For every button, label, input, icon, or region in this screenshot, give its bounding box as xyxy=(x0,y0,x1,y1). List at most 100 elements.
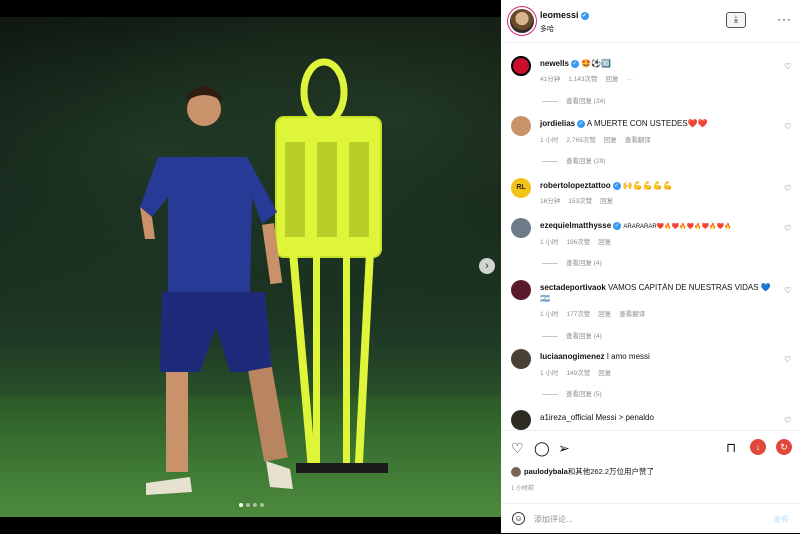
translate-button[interactable]: 查看翻译 xyxy=(625,137,651,144)
post-comment-button[interactable]: 发布 xyxy=(773,514,789,525)
reply-button[interactable]: 回复 xyxy=(598,239,611,246)
refresh-red-icon[interactable]: ↻ xyxy=(776,439,792,455)
comment-text: Messi > penaldo xyxy=(595,413,654,422)
emoji-icon[interactable]: ☺ xyxy=(512,512,525,525)
post-modal: › leomessi ✓ 多哈 ⤓ ··· newells ✓ 🤩⚽🔟 41分钟… xyxy=(0,0,800,533)
comment-like-heart-icon[interactable]: ♡ xyxy=(784,224,791,233)
comment-meta: 41分钟 1,143次赞 回复 ··· xyxy=(540,73,641,83)
comment-like-count[interactable]: 149次赞 xyxy=(566,370,590,377)
commenter-username[interactable]: luciaanogimenez xyxy=(540,352,604,361)
post-location[interactable]: 多哈 xyxy=(540,24,554,34)
author-avatar[interactable] xyxy=(510,9,534,33)
comment-text: I amo messi xyxy=(606,352,650,361)
comment-time: 1 小时 xyxy=(540,370,559,377)
likes-count-text[interactable]: 和其他262.2万位用户赞了 xyxy=(568,467,654,476)
comment-meta: 16分钟 153次赞 回复 xyxy=(540,195,621,205)
commenter-username[interactable]: sectadeportivaok xyxy=(540,283,606,292)
reply-button[interactable]: 回复 xyxy=(600,198,613,205)
comment-like-heart-icon[interactable]: ♡ xyxy=(784,416,791,425)
commenter-avatar[interactable] xyxy=(511,116,531,136)
comment-like-count[interactable]: 153次赞 xyxy=(568,198,592,205)
reply-button[interactable]: 回复 xyxy=(606,76,619,83)
carousel-dot xyxy=(260,503,264,507)
comment-text: 🙌💪💪💪💪 xyxy=(622,181,673,190)
commenter-username[interactable]: jordielias xyxy=(540,119,575,128)
download-red-icon[interactable]: ↓ xyxy=(750,439,766,455)
comment-text: 🤩⚽🔟 xyxy=(581,59,612,68)
heart-icon[interactable]: ♡ xyxy=(511,440,524,457)
comment-icon[interactable]: ◯ xyxy=(534,440,550,457)
comment-input[interactable] xyxy=(534,512,734,526)
verified-icon: ✓ xyxy=(570,59,579,68)
comment-meta: 1 小时 2,769次赞 回复 查看翻译 xyxy=(540,134,659,144)
comment-body: robertolopeztattoo ✓ 🙌💪💪💪💪 xyxy=(540,180,772,191)
comment-time: 1 小时 xyxy=(540,311,559,318)
comment-body: luciaanogimenez I amo messi xyxy=(540,351,772,362)
liker-username[interactable]: paulodybala xyxy=(524,467,568,476)
bookmark-icon[interactable]: ⊓ xyxy=(726,440,736,456)
view-replies-button[interactable]: 查看回复 (5) xyxy=(542,388,602,398)
carousel-dot xyxy=(239,503,243,507)
comment-body: ezequielmatthysse ✓ ARARARAR❤️🔥❤️🔥❤️🔥❤️🔥❤… xyxy=(540,220,772,233)
view-replies-button[interactable]: 查看回复 (4) xyxy=(542,330,602,340)
verified-icon: ✓ xyxy=(612,181,621,190)
download-button[interactable]: ⤓ xyxy=(726,12,746,28)
verified-icon: ✓ xyxy=(577,119,586,128)
commenter-username[interactable]: robertolopeztattoo xyxy=(540,181,611,190)
translate-button[interactable]: 查看翻译 xyxy=(619,311,645,318)
post-actions: ♡ ◯ ➢ ⊓ ↓ ↻ paulodybala和其他262.2万位用户赞了 1 … xyxy=(501,430,800,533)
comment-time: 1 小时 xyxy=(540,239,559,246)
comment-text: A MUERTE CON USTEDES❤️❤️ xyxy=(586,119,708,128)
comment-body: newells ✓ 🤩⚽🔟 xyxy=(540,58,772,69)
post-photo xyxy=(0,17,501,517)
comment-options-icon[interactable]: ··· xyxy=(627,76,634,83)
comment-time: 1 小时 xyxy=(540,137,559,144)
author-username-row[interactable]: leomessi ✓ xyxy=(540,10,589,20)
comment-meta: 1 小时 196次赞 回复 xyxy=(540,236,619,246)
commenter-username[interactable]: newells xyxy=(540,59,569,68)
commenter-avatar[interactable] xyxy=(511,410,531,430)
comment-like-heart-icon[interactable]: ♡ xyxy=(784,62,791,71)
training-mannequin xyxy=(275,58,388,473)
view-replies-button[interactable]: 查看回复 (4) xyxy=(542,257,602,267)
comment-like-count[interactable]: 1,143次赞 xyxy=(568,76,597,83)
comment-time: 41分钟 xyxy=(540,76,561,83)
send-icon[interactable]: ➢ xyxy=(558,440,570,457)
commenter-avatar[interactable] xyxy=(511,349,531,369)
reply-button[interactable]: 回复 xyxy=(598,370,611,377)
commenter-username[interactable]: a1ireza_official xyxy=(540,413,593,422)
comment-text: ARARARAR❤️🔥❤️🔥❤️🔥❤️🔥❤️🔥 xyxy=(623,224,732,230)
post-photo-panel: › xyxy=(0,0,501,533)
commenter-avatar[interactable] xyxy=(511,218,531,238)
comment-like-heart-icon[interactable]: ♡ xyxy=(784,355,791,364)
photo-subjects xyxy=(140,58,388,495)
comment-like-count[interactable]: 196次赞 xyxy=(566,239,590,246)
comment-meta: 1 小时 149次赞 回复 xyxy=(540,367,619,377)
comment-meta: 1 小时 177次赞 回复 查看翻译 xyxy=(540,308,653,318)
post-timestamp: 1 小时前 xyxy=(511,486,535,492)
commenter-avatar[interactable] xyxy=(511,280,531,300)
commenter-avatar[interactable]: RL xyxy=(511,178,531,198)
comment-like-heart-icon[interactable]: ♡ xyxy=(784,184,791,193)
comment-like-heart-icon[interactable]: ♡ xyxy=(784,286,791,295)
verified-icon: ✓ xyxy=(613,221,622,230)
comment-like-heart-icon[interactable]: ♡ xyxy=(784,122,791,131)
carousel-dots xyxy=(239,503,264,507)
comment-body: jordielias ✓ A MUERTE CON USTEDES❤️❤️ xyxy=(540,118,772,129)
more-options-icon[interactable]: ··· xyxy=(777,12,792,26)
view-replies-button[interactable]: 查看回复 (24) xyxy=(542,95,605,105)
comment-like-count[interactable]: 2,769次赞 xyxy=(566,137,595,144)
likes-summary[interactable]: paulodybala和其他262.2万位用户赞了 xyxy=(511,466,654,478)
next-photo-button[interactable]: › xyxy=(479,258,495,274)
verified-icon: ✓ xyxy=(580,11,589,20)
post-side-panel: leomessi ✓ 多哈 ⤓ ··· newells ✓ 🤩⚽🔟 41分钟 1,14… xyxy=(501,0,800,533)
comments-list: newells ✓ 🤩⚽🔟 41分钟 1,143次赞 回复 ··· ♡ 查看回复 (24… xyxy=(501,44,800,430)
reply-button[interactable]: 回复 xyxy=(598,311,611,318)
comment-like-count[interactable]: 177次赞 xyxy=(566,311,590,318)
reply-button[interactable]: 回复 xyxy=(604,137,617,144)
commenter-avatar[interactable] xyxy=(511,56,531,76)
comment-body: sectadeportivaok VAMOS CAPITÁN DE NUESTR… xyxy=(540,282,772,304)
author-username[interactable]: leomessi xyxy=(540,10,579,20)
commenter-username[interactable]: ezequielmatthysse xyxy=(540,221,611,230)
view-replies-button[interactable]: 查看回复 (29) xyxy=(542,155,605,165)
